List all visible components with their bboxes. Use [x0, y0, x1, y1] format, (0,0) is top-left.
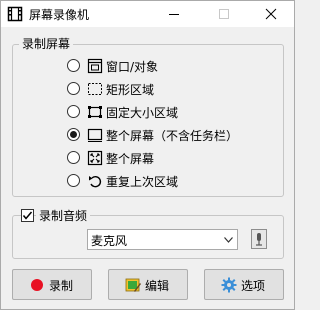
- radio-button-selected[interactable]: [67, 128, 80, 141]
- maximize-button[interactable]: [203, 1, 245, 27]
- record-button[interactable]: 录制: [12, 269, 92, 300]
- minimize-button[interactable]: [153, 1, 195, 27]
- record-audio-checkbox[interactable]: [21, 209, 34, 222]
- fixed-area-icon: [88, 106, 102, 118]
- app-window: 屏幕录像机 录制屏幕 窗口/对象 矩形区域 固定大小区域 整个屏幕（不含任务栏）…: [0, 0, 295, 310]
- record-audio-label: 录制音频: [36, 207, 91, 224]
- full-screen-icon: [87, 150, 103, 166]
- radio-button[interactable]: [67, 82, 80, 95]
- option-label: 固定大小区域: [106, 106, 179, 120]
- close-button[interactable]: [250, 1, 292, 27]
- window-object-icon: [87, 58, 103, 74]
- option-label: 整个屏幕（不含任务栏）: [106, 129, 239, 143]
- maximize-icon: [219, 9, 229, 19]
- audio-device-select[interactable]: 麦克风: [87, 229, 238, 250]
- record-screen-group-label: 录制屏幕: [19, 35, 74, 52]
- chevron-down-icon: [224, 237, 233, 243]
- record-dot-icon: [31, 279, 43, 291]
- audio-device-value: 麦克风: [91, 234, 128, 248]
- edit-button-label: 编辑: [145, 279, 170, 293]
- radio-button[interactable]: [67, 59, 80, 72]
- window-title: 屏幕录像机: [29, 8, 90, 22]
- checkmark-icon: [22, 211, 33, 220]
- option-label: 窗口/对象: [106, 60, 159, 74]
- options-button-label: 选项: [241, 279, 266, 293]
- film-strip-icon: [7, 6, 23, 22]
- record-button-label: 录制: [49, 279, 74, 293]
- edit-button[interactable]: 编辑: [108, 269, 188, 300]
- dashed-rectangle-icon: [88, 83, 102, 95]
- option-label: 矩形区域: [106, 83, 155, 97]
- option-label: 重复上次区域: [106, 175, 179, 189]
- screen-no-taskbar-icon: [87, 128, 103, 142]
- gear-icon: [221, 277, 237, 293]
- close-icon: [265, 8, 277, 20]
- audio-device-settings-button[interactable]: [251, 229, 267, 249]
- radio-button[interactable]: [67, 105, 80, 118]
- edit-film-icon: [125, 278, 141, 292]
- radio-button[interactable]: [67, 174, 80, 187]
- minimize-icon: [169, 14, 179, 15]
- radio-button[interactable]: [67, 151, 80, 164]
- microphone-settings-icon: [256, 233, 262, 246]
- repeat-area-icon: [89, 175, 102, 188]
- title-bar: 屏幕录像机: [1, 1, 294, 27]
- options-button[interactable]: 选项: [204, 269, 284, 300]
- option-label: 整个屏幕: [106, 152, 155, 166]
